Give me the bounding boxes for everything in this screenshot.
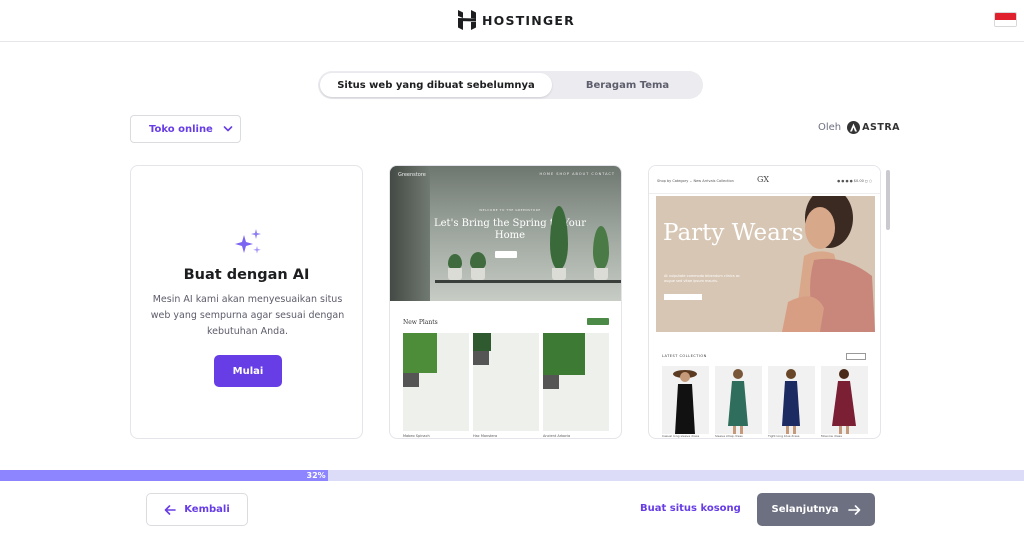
start-ai-button[interactable]: Mulai: [214, 355, 282, 387]
arrow-left-icon: [164, 504, 177, 515]
next-button[interactable]: Selanjutnya: [757, 493, 875, 526]
category-dropdown[interactable]: Toko online: [130, 115, 241, 143]
plants-store-template[interactable]: Greenstore HOME SHOP ABOUT CONTACT WELCO…: [389, 165, 622, 439]
next-button-label: Selanjutnya: [771, 504, 839, 515]
back-button[interactable]: Kembali: [146, 493, 248, 526]
hostinger-logo[interactable]: HOSTINGER: [458, 10, 575, 30]
progress-fill: [0, 470, 328, 481]
theme-byline: Oleh ASTRA: [818, 121, 900, 134]
progress-percent: 32%: [306, 471, 326, 480]
astra-logo-icon: [847, 121, 861, 134]
ai-card-description: Mesin AI kami akan menyesuaikan situs we…: [150, 294, 345, 337]
ai-card-title: Buat dengan AI: [183, 267, 310, 283]
top-header: HOSTINGER: [0, 0, 1024, 42]
template-preview-image: Greenstore HOME SHOP ABOUT CONTACT WELCO…: [390, 166, 621, 301]
onboarding-progress-bar: 32%: [0, 470, 1024, 481]
tab-prebuilt-websites[interactable]: Situs web yang dibuat sebelumnya: [320, 73, 552, 97]
template-source-toggle: Situs web yang dibuat sebelumnya Beragam…: [318, 71, 703, 99]
language-flag-icon[interactable]: [994, 12, 1017, 27]
sparkle-icon: [235, 229, 261, 254]
astra-logo: ASTRA: [847, 121, 900, 134]
templates-scrollbar[interactable]: [886, 170, 890, 230]
chevron-down-icon: [223, 126, 233, 132]
hostinger-logo-icon: [458, 10, 476, 30]
astra-brand-text: ASTRA: [862, 122, 900, 133]
back-button-label: Kembali: [184, 504, 230, 515]
brand-name: HOSTINGER: [482, 12, 575, 28]
fashion-store-template[interactable]: Shop by Category ⌄ New Arrivals Collecti…: [648, 165, 881, 439]
byline-prefix: Oleh: [818, 122, 842, 133]
template-section-title: New Plants: [403, 319, 438, 326]
template-preview-image: Party Wears At vulputate commodo bibendu…: [656, 196, 875, 332]
arrow-right-icon: [847, 504, 860, 515]
create-empty-site-link[interactable]: Buat situs kosong: [640, 503, 741, 514]
tab-themes[interactable]: Beragam Tema: [554, 73, 701, 97]
category-dropdown-value: Toko online: [149, 123, 213, 135]
ai-builder-card[interactable]: Buat dengan AI Mesin AI kami akan menyes…: [130, 165, 363, 439]
